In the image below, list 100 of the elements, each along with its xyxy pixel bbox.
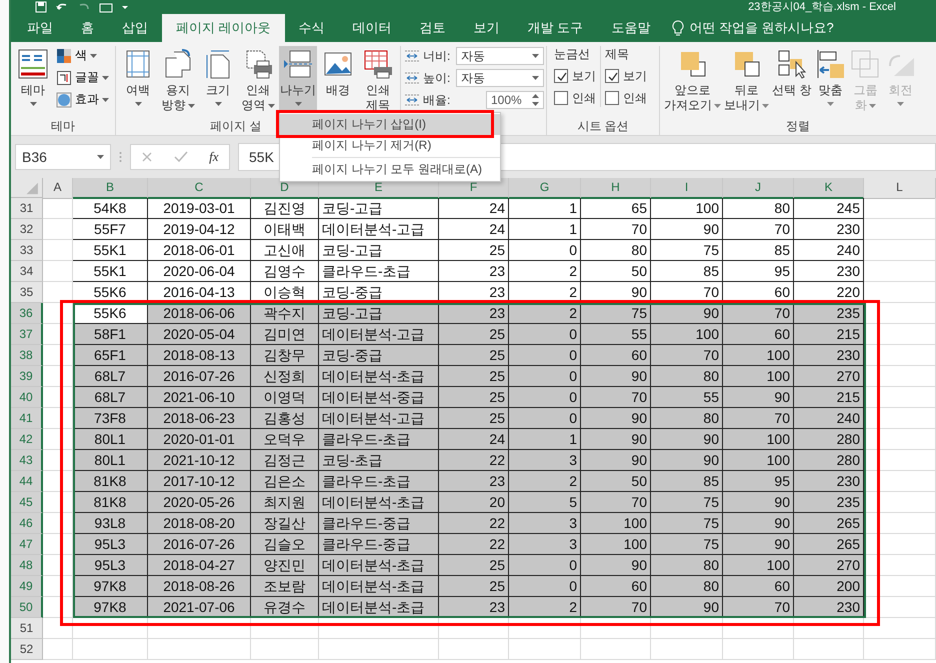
table-cell: 2018-08-26: [148, 576, 251, 597]
row-header[interactable]: 37: [11, 324, 43, 345]
checkbox[interactable]: [554, 91, 568, 105]
checkbox[interactable]: [605, 91, 619, 105]
ribbon-tab[interactable]: 수식: [284, 14, 339, 42]
table-cell: 데이터분석-초급: [319, 576, 439, 597]
row-header[interactable]: 32: [11, 219, 43, 240]
ribbon-tab[interactable]: 파일: [13, 14, 67, 42]
checkbox[interactable]: [554, 69, 568, 83]
tell-me-field[interactable]: 어떤 작업을 원하시나요?: [689, 19, 834, 37]
row-header[interactable]: 36: [11, 303, 43, 324]
theme-option-button[interactable]: 색: [54, 46, 111, 65]
column-header[interactable]: B: [73, 178, 148, 199]
window-title: 23한공시04_학습.xlsm - Excel: [748, 1, 896, 13]
theme-option-button[interactable]: 효과: [54, 90, 111, 109]
page-setup-button[interactable]: 크기: [199, 46, 237, 118]
table-cell: 90: [581, 555, 651, 576]
table-cell: 0: [509, 345, 581, 366]
row-header[interactable]: 49: [11, 576, 43, 597]
checkbox[interactable]: [605, 69, 619, 83]
table-cell: 23: [439, 282, 509, 303]
column-header[interactable]: J: [723, 178, 794, 199]
name-box[interactable]: B36: [15, 144, 111, 170]
table-cell: 90: [651, 597, 723, 618]
table-cell: 2018-08-20: [148, 513, 251, 534]
table-cell: 0: [509, 366, 581, 387]
scale-spinner[interactable]: 100%: [486, 91, 544, 109]
insert-function-button[interactable]: fx: [209, 149, 219, 165]
table-cell: 68L7: [73, 366, 148, 387]
table-cell: 80: [651, 408, 723, 429]
table-cell: 75: [651, 534, 723, 555]
table-cell: 85: [651, 261, 723, 282]
row-header[interactable]: 38: [11, 345, 43, 366]
column-header[interactable]: K: [794, 178, 864, 199]
table-cell: 이승혁: [251, 282, 319, 303]
scale-dropdown[interactable]: 자동: [456, 69, 544, 87]
ribbon-tab[interactable]: 개발 도구: [514, 14, 598, 42]
table-cell: 2019-04-12: [148, 219, 251, 240]
table-cell: 280: [794, 429, 864, 450]
row-header[interactable]: 50: [11, 597, 43, 618]
ribbon-tab[interactable]: 도움말: [597, 14, 664, 42]
ribbon-tab[interactable]: 데이터: [338, 14, 406, 42]
menu-item[interactable]: 페이지 나누기 삽입(I): [280, 114, 500, 135]
column-header[interactable]: L: [864, 178, 936, 199]
table-cell: 2021-06-10: [148, 387, 251, 408]
column-header[interactable]: C: [148, 178, 251, 199]
table-cell: 1: [509, 429, 581, 450]
print-preview-icon[interactable]: [99, 1, 113, 13]
row-header[interactable]: 41: [11, 408, 43, 429]
arrange-button[interactable]: 선택 창: [771, 46, 812, 118]
check-icon[interactable]: [174, 151, 188, 163]
row-header[interactable]: 35: [11, 282, 43, 303]
row-header[interactable]: 33: [11, 240, 43, 261]
column-header[interactable]: A: [43, 178, 73, 199]
row-header[interactable]: 40: [11, 387, 43, 408]
ribbon-tab[interactable]: 삽입: [108, 14, 162, 42]
row-header[interactable]: 46: [11, 513, 43, 534]
column-header[interactable]: H: [581, 178, 651, 199]
table-cell: 70: [581, 219, 651, 240]
table-cell: 코딩-중급: [319, 282, 439, 303]
themes-button[interactable]: 테마: [14, 46, 52, 118]
table-cell: 230: [794, 345, 864, 366]
undo-icon[interactable]: [55, 1, 69, 13]
ribbon-tab[interactable]: 보기: [460, 14, 514, 42]
column-header[interactable]: G: [509, 178, 581, 199]
ribbon-tab[interactable]: 홈: [67, 14, 108, 42]
table-cell: 25: [439, 345, 509, 366]
page-setup-button[interactable]: 인쇄 영역: [239, 46, 277, 118]
table-cell: 90: [581, 282, 651, 303]
row-header[interactable]: 44: [11, 471, 43, 492]
scale-dropdown[interactable]: 자동: [456, 47, 544, 65]
table-cell: 200: [794, 576, 864, 597]
row-header[interactable]: 45: [11, 492, 43, 513]
column-header[interactable]: I: [651, 178, 723, 199]
row-header[interactable]: 48: [11, 555, 43, 576]
row-header[interactable]: 39: [11, 366, 43, 387]
row-header[interactable]: 52: [11, 639, 43, 660]
page-setup-button[interactable]: 여백: [119, 46, 157, 118]
table-cell: 55K6: [73, 282, 148, 303]
arrange-button[interactable]: 뒤로 보내기: [723, 46, 770, 118]
row-header[interactable]: 51: [11, 618, 43, 639]
arrange-button[interactable]: 맞춤: [813, 46, 848, 118]
row-header[interactable]: 42: [11, 429, 43, 450]
table-cell: 3: [509, 513, 581, 534]
save-icon[interactable]: [35, 1, 47, 13]
theme-option-button[interactable]: 글꼴: [54, 68, 111, 87]
table-cell: 60: [581, 345, 651, 366]
row-header[interactable]: 47: [11, 534, 43, 555]
page-setup-button[interactable]: 용지 방향: [159, 46, 197, 118]
row-header[interactable]: 31: [11, 198, 43, 219]
option-heading: 눈금선: [554, 46, 591, 63]
row-header[interactable]: 34: [11, 261, 43, 282]
empty-cell: [509, 639, 581, 660]
row-header[interactable]: 43: [11, 450, 43, 471]
ribbon-tab[interactable]: 검토: [406, 14, 460, 42]
table-cell: 코딩-고급: [319, 303, 439, 324]
ribbon-tab[interactable]: 페이지 레이아웃: [162, 14, 285, 42]
arrange-button[interactable]: 앞으로 가져오기: [663, 46, 722, 118]
table-cell: 55: [651, 387, 723, 408]
table-cell: 215: [794, 387, 864, 408]
